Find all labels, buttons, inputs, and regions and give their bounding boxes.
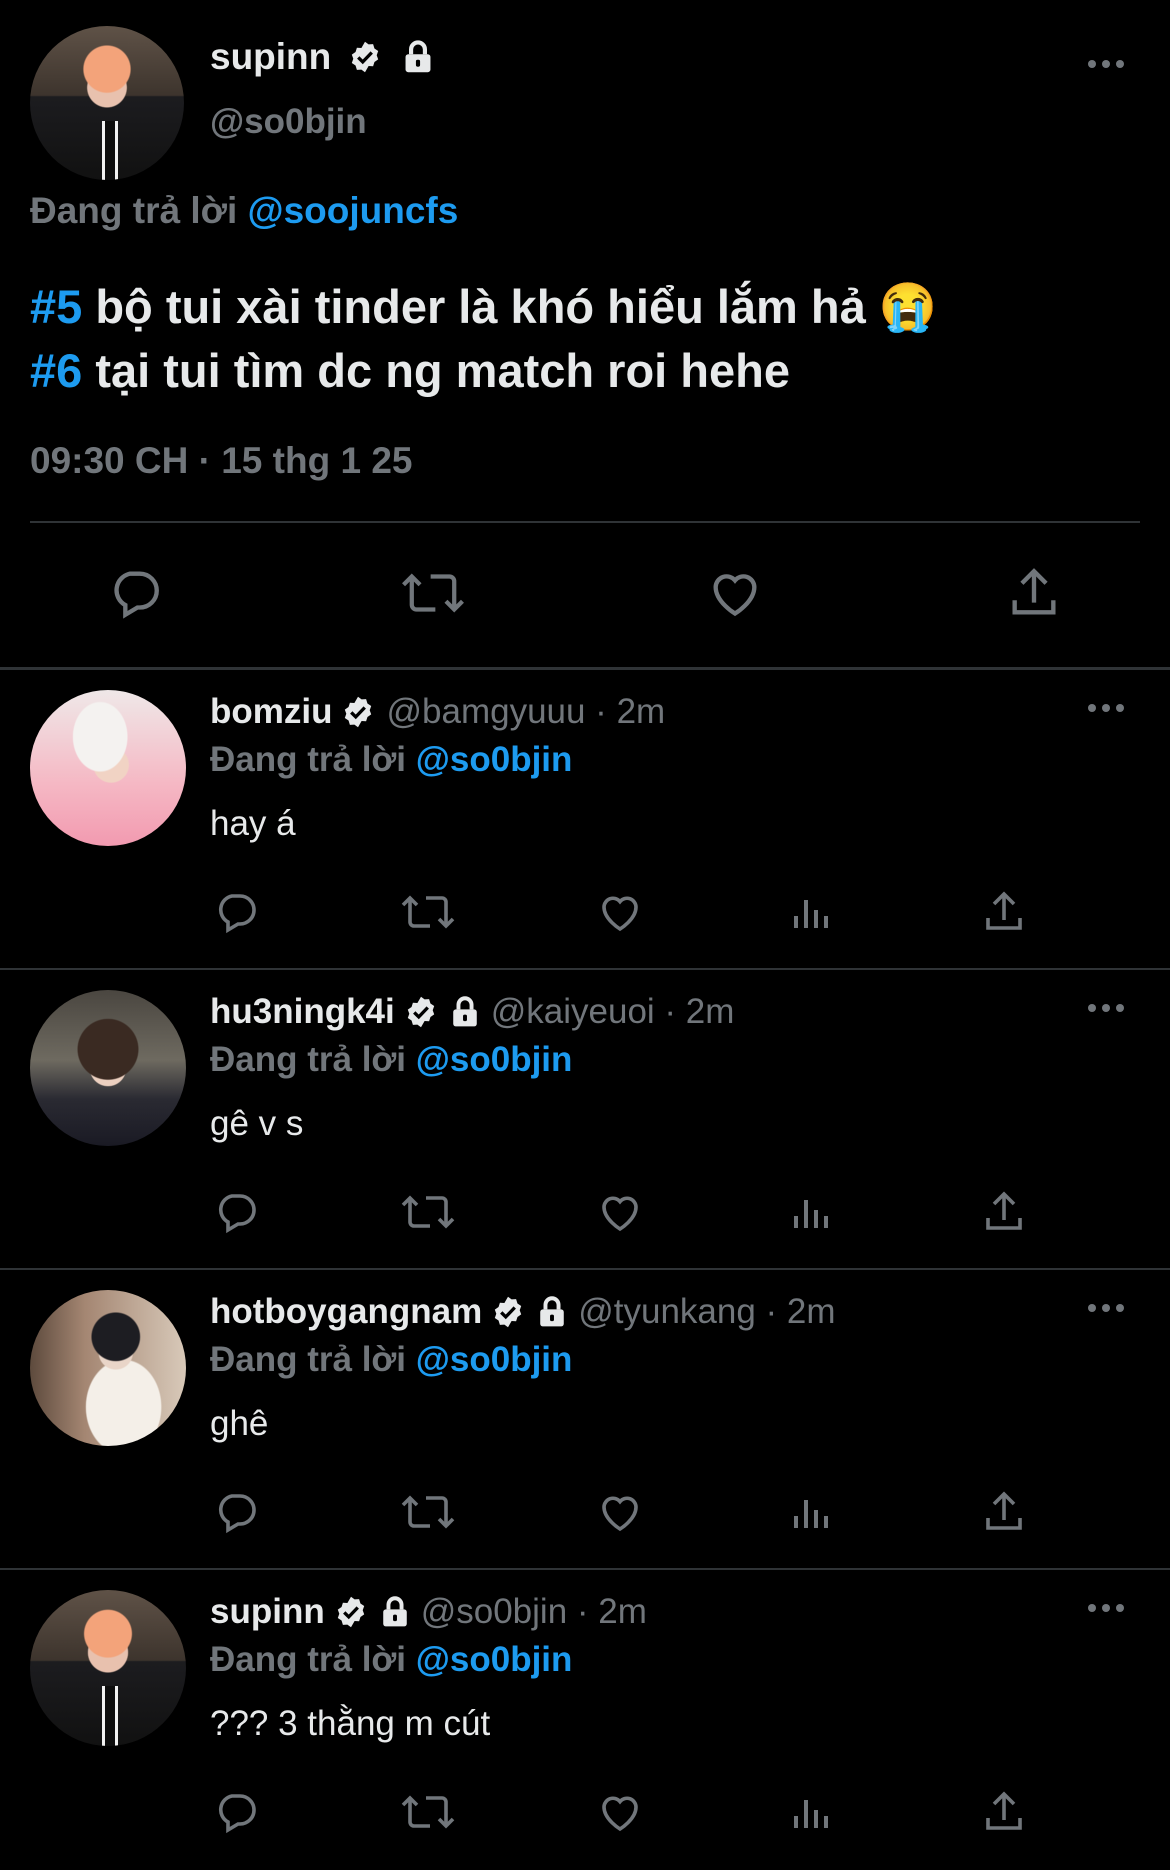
replying-to: Đang trả lời @so0bjin	[210, 740, 572, 780]
reply-header: bomziu @bamgyuuu · 2m	[210, 692, 665, 732]
retweet-icon[interactable]	[400, 1188, 456, 1236]
reply-icon[interactable]	[212, 888, 260, 936]
reply-text: gê v s	[210, 1104, 304, 1143]
views-icon[interactable]	[788, 888, 836, 936]
replying-to: Đang trả lời @so0bjin	[210, 1040, 572, 1080]
more-icon[interactable]	[1086, 58, 1126, 70]
reply-text: ghê	[210, 1404, 269, 1443]
author-name[interactable]: bomziu	[210, 692, 332, 732]
reply-tweet[interactable]: hotboygangnam @tyunkang · 2m Đang trả lờ…	[0, 1270, 1170, 1570]
like-icon[interactable]	[596, 1188, 644, 1236]
verified-icon	[490, 1294, 526, 1330]
views-icon[interactable]	[788, 1188, 836, 1236]
hashtag-link[interactable]: #6	[30, 344, 82, 397]
hashtag-link[interactable]: #5	[30, 280, 82, 333]
like-icon[interactable]	[706, 564, 764, 622]
retweet-icon[interactable]	[400, 888, 456, 936]
author-name[interactable]: hu3ningk4i	[210, 992, 395, 1032]
lock-icon	[401, 39, 435, 75]
main-tweet-text: #5 bộ tui xài tinder là khó hiểu lắm hả …	[30, 275, 937, 403]
replying-to: Đang trả lời @so0bjin	[210, 1640, 572, 1680]
like-icon[interactable]	[596, 1788, 644, 1836]
replying-prefix: Đang trả lời	[210, 1340, 407, 1379]
replying-prefix: Đang trả lời	[210, 1040, 407, 1079]
divider	[30, 521, 1140, 523]
author-name[interactable]: supinn	[210, 1592, 325, 1632]
reply-tweet[interactable]: hu3ningk4i @kaiyeuoi · 2m Đang trả lời @…	[0, 970, 1170, 1270]
tweet-line-1: #5 bộ tui xài tinder là khó hiểu lắm hả …	[30, 275, 937, 339]
reply-header: hu3ningk4i @kaiyeuoi · 2m	[210, 992, 734, 1032]
avatar[interactable]	[30, 690, 186, 846]
replying-to-link[interactable]: @so0bjin	[416, 740, 573, 779]
main-avatar[interactable]	[30, 26, 184, 180]
retweet-icon[interactable]	[400, 1488, 456, 1536]
replying-to-link[interactable]: @so0bjin	[416, 1640, 573, 1679]
more-icon[interactable]	[1086, 1002, 1126, 1014]
verified-icon	[347, 39, 383, 75]
replying-to-link[interactable]: @so0bjin	[416, 1040, 573, 1079]
views-icon[interactable]	[788, 1788, 836, 1836]
reply-icon[interactable]	[212, 1188, 260, 1236]
replying-prefix: Đang trả lời	[210, 740, 407, 779]
reply-text: ??? 3 thằng m cút	[210, 1704, 491, 1743]
like-icon[interactable]	[596, 888, 644, 936]
main-replying-to: Đang trả lời @soojuncfs	[30, 190, 458, 232]
share-icon[interactable]	[980, 1788, 1028, 1836]
like-icon[interactable]	[596, 1488, 644, 1536]
verified-icon	[340, 694, 376, 730]
reply-actions	[210, 1788, 1090, 1838]
tweet-line-text: bộ tui xài tinder là khó hiểu lắm hả 😭	[82, 280, 938, 333]
replying-to: Đang trả lời @so0bjin	[210, 1340, 572, 1380]
share-icon[interactable]	[980, 1488, 1028, 1536]
author-name[interactable]: hotboygangnam	[210, 1292, 482, 1332]
verified-icon	[333, 1594, 369, 1630]
lock-icon	[536, 1295, 568, 1329]
reply-tweet[interactable]: supinn @so0bjin · 2m Đang trả lời @so0bj…	[0, 1570, 1170, 1870]
reply-icon[interactable]	[212, 1788, 260, 1836]
retweet-icon[interactable]	[400, 1788, 456, 1836]
retweet-icon[interactable]	[400, 564, 466, 622]
avatar[interactable]	[30, 990, 186, 1146]
lock-icon	[449, 995, 481, 1029]
replying-prefix: Đang trả lời	[30, 190, 238, 231]
tweet-timestamp[interactable]: 09:30 CH · 15 thg 1 25	[30, 440, 412, 482]
main-author-name-row[interactable]: supinn	[210, 36, 435, 78]
lock-icon	[379, 1595, 411, 1629]
share-icon[interactable]	[980, 1188, 1028, 1236]
tweet-line-2: #6 tại tui tìm dc ng match roi hehe	[30, 339, 937, 403]
verified-icon	[403, 994, 439, 1030]
reply-actions	[210, 1188, 1090, 1238]
reply-header: hotboygangnam @tyunkang · 2m	[210, 1292, 836, 1332]
share-icon[interactable]	[1005, 564, 1063, 622]
replying-prefix: Đang trả lời	[210, 1640, 407, 1679]
reply-tweet[interactable]: bomziu @bamgyuuu · 2m Đang trả lời @so0b…	[0, 670, 1170, 970]
author-handle[interactable]: @kaiyeuoi · 2m	[491, 992, 735, 1032]
avatar[interactable]	[30, 1590, 186, 1746]
replying-to-link[interactable]: @so0bjin	[416, 1340, 573, 1379]
reply-icon[interactable]	[212, 1488, 260, 1536]
reply-icon[interactable]	[106, 564, 164, 622]
views-icon[interactable]	[788, 1488, 836, 1536]
more-icon[interactable]	[1086, 1302, 1126, 1314]
tweet-line-text: tại tui tìm dc ng match roi hehe	[82, 344, 790, 397]
more-icon[interactable]	[1086, 702, 1126, 714]
author-handle[interactable]: @bamgyuuu · 2m	[386, 692, 665, 732]
reply-actions	[210, 1488, 1090, 1538]
reply-header: supinn @so0bjin · 2m	[210, 1592, 647, 1632]
reply-text: hay á	[210, 804, 296, 843]
replying-to-link[interactable]: @soojuncfs	[248, 190, 459, 231]
more-icon[interactable]	[1086, 1602, 1126, 1614]
main-author-handle[interactable]: @so0bjin	[210, 102, 367, 142]
share-icon[interactable]	[980, 888, 1028, 936]
reply-actions	[210, 888, 1090, 938]
avatar[interactable]	[30, 1290, 186, 1446]
author-handle[interactable]: @so0bjin · 2m	[421, 1592, 647, 1632]
main-author-name[interactable]: supinn	[210, 36, 331, 78]
author-handle[interactable]: @tyunkang · 2m	[578, 1292, 835, 1332]
